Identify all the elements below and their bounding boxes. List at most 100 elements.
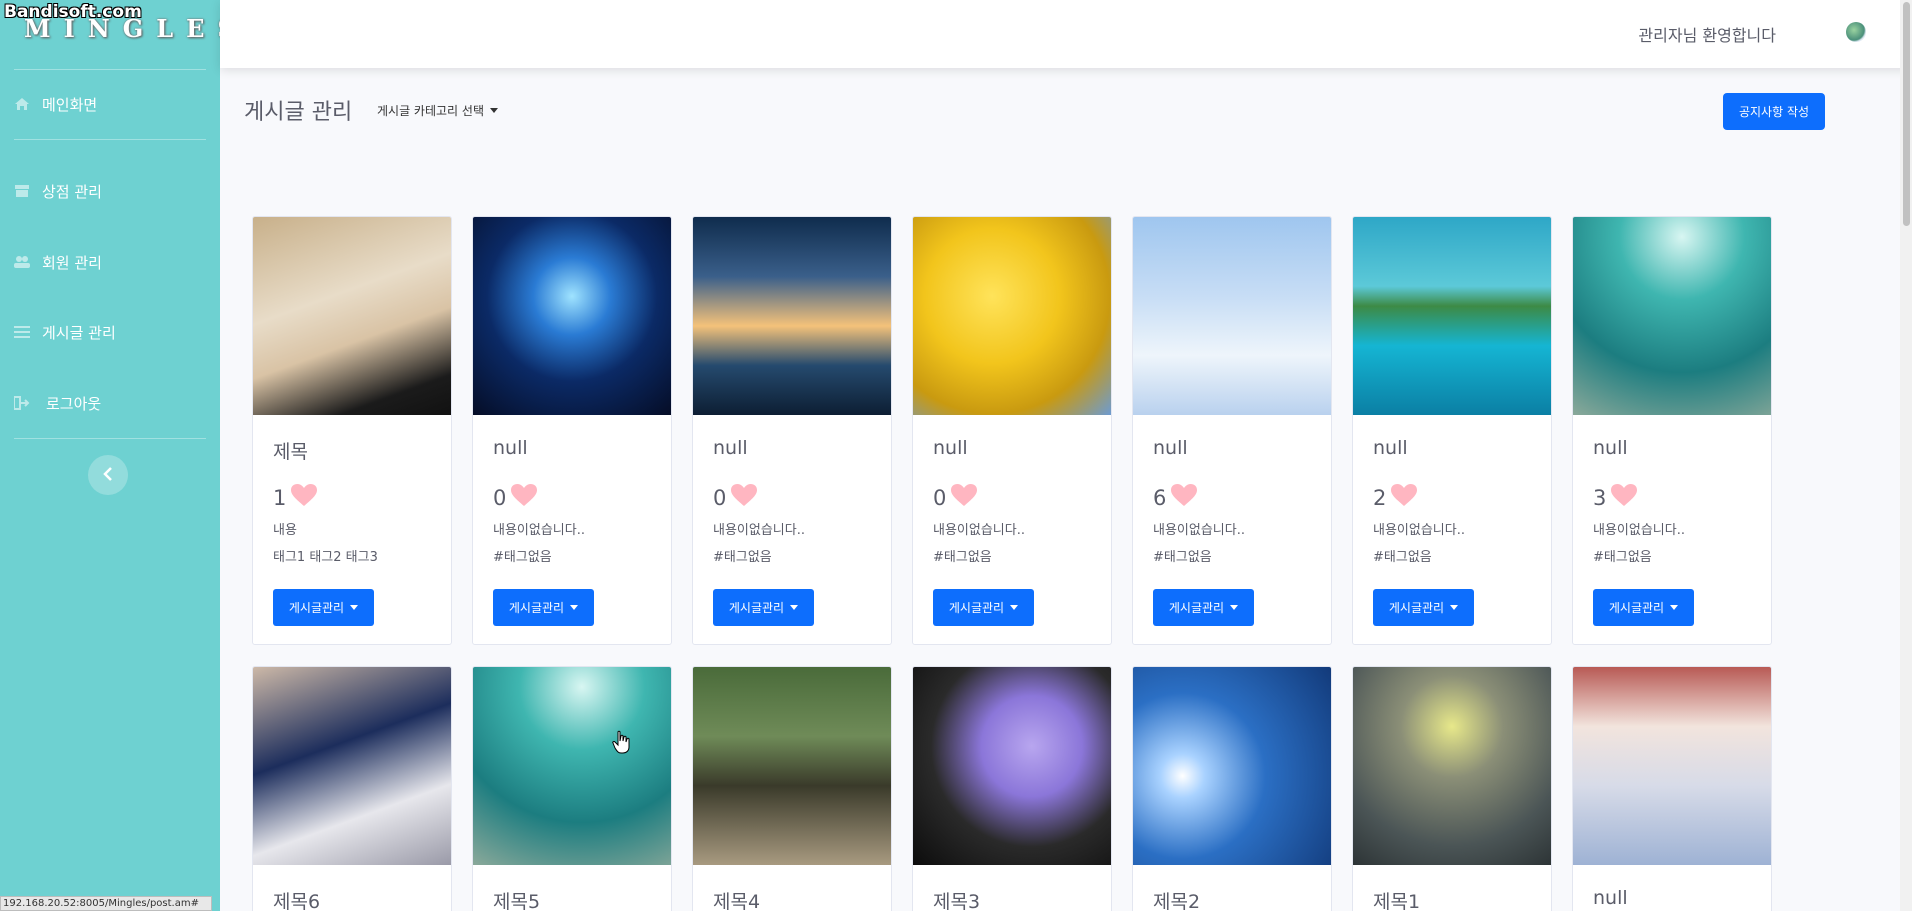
sidebar-item-label: 상점 관리 [42,182,102,201]
heart-icon[interactable] [950,483,978,512]
post-card[interactable]: null 0 내용이없습니다.. #태그없음 게시글관리 [912,216,1112,645]
sidebar-item-logout[interactable]: 로그아웃 [0,383,220,423]
post-image[interactable] [253,217,451,415]
post-image[interactable] [1353,217,1551,415]
post-content: 내용이없습니다.. [1593,523,1685,538]
post-card[interactable]: 제목3 [912,666,1112,911]
status-url: 192.168.20.52:8005/Mingles/post.am# [0,896,212,911]
post-tags: #태그없음 [1153,550,1212,565]
like-count: 2 [1373,485,1387,510]
sidebar-item-main[interactable]: 메인화면 [0,84,220,124]
post-tags: #태그없음 [1593,550,1652,565]
caret-down-icon [570,605,579,610]
post-title[interactable]: 제목6 [273,887,320,911]
post-content: 내용 [273,523,297,538]
post-manage-label: 게시글관리 [948,601,1005,615]
heart-icon[interactable] [1610,483,1638,512]
post-title[interactable]: null [933,437,968,459]
post-image[interactable] [1573,667,1771,865]
post-image[interactable] [913,217,1111,415]
sidebar-toggle-button[interactable] [88,455,128,495]
post-manage-button[interactable]: 게시글관리 [273,589,374,626]
like-count: 6 [1153,485,1167,510]
caret-down-icon [1670,605,1679,610]
post-title[interactable]: 제목 [273,437,308,464]
post-manage-button[interactable]: 게시글관리 [493,589,594,626]
post-title[interactable]: null [1373,437,1408,459]
heart-icon[interactable] [1390,483,1418,512]
post-manage-button[interactable]: 게시글관리 [713,589,814,626]
chevron-left-icon [102,466,114,485]
sidebar-item-label: 메인화면 [42,95,98,114]
post-likes: 0 [493,483,538,512]
post-manage-label: 게시글관리 [1608,601,1665,615]
list-icon [14,325,30,339]
post-title[interactable]: null [1593,437,1628,459]
post-tags: #태그없음 [713,550,772,565]
post-manage-label: 게시글관리 [1168,601,1225,615]
caret-down-icon [490,108,498,113]
avatar-icon[interactable] [1846,22,1866,42]
post-likes: 3 [1593,483,1638,512]
welcome-text[interactable]: 관리자님 환영합니다 [1638,22,1776,46]
post-card[interactable]: null 2 내용이없습니다.. #태그없음 게시글관리 [1352,216,1552,645]
sign-out-icon [14,396,30,410]
post-card[interactable]: 제목5 [472,666,672,911]
recorder-watermark: Bandisoft.com [4,2,142,22]
post-title[interactable]: 제목2 [1153,887,1200,911]
post-card[interactable]: 제목2 [1132,666,1332,911]
post-title[interactable]: 제목3 [933,887,980,911]
post-title[interactable]: 제목1 [1373,887,1420,911]
post-content: 내용이없습니다.. [1153,523,1245,538]
heart-icon[interactable] [1170,483,1198,512]
post-image[interactable] [913,667,1111,865]
sidebar-item-posts[interactable]: 게시글 관리 [0,312,220,352]
post-image[interactable] [693,667,891,865]
post-card[interactable]: null 3 내용이없습니다.. #태그없음게시글관리 [1572,216,1772,645]
scrollbar-thumb[interactable] [1903,2,1910,226]
post-card[interactable]: null 0 내용이없습니다.. #태그없음 게시글관리 [692,216,892,645]
mouse-pointer-icon [612,730,630,758]
post-image[interactable] [1353,667,1551,865]
post-image[interactable] [1133,217,1331,415]
post-card[interactable]: null 0 내용이없습니다.. #태그없음 게시글관리 [472,216,672,645]
post-title[interactable]: 제목5 [493,887,540,911]
post-image[interactable] [253,667,451,865]
post-manage-button[interactable]: 게시글관리 [1373,589,1474,626]
category-dropdown[interactable]: 게시글 카테고리 선택 [377,102,498,119]
sidebar-item-members[interactable]: 회원 관리 [0,242,220,282]
write-notice-button[interactable]: 공지사항 작성 [1723,93,1825,130]
post-image[interactable] [1133,667,1331,865]
like-count: 1 [273,485,287,510]
post-title[interactable]: 제목4 [713,887,760,911]
post-card[interactable]: 제목4 [692,666,892,911]
post-title[interactable]: null [1593,887,1628,909]
post-manage-button[interactable]: 게시글관리 [1153,589,1254,626]
heart-icon[interactable] [730,483,758,512]
post-manage-button[interactable]: 게시글관리 [1593,589,1694,626]
post-title[interactable]: null [1153,437,1188,459]
post-card[interactable]: 제목1 [1352,666,1552,911]
sidebar-divider [14,69,206,70]
post-title[interactable]: null [493,437,528,459]
caret-down-icon [1010,605,1019,610]
sidebar-item-store[interactable]: 상점 관리 [0,171,220,211]
post-image[interactable] [473,667,671,865]
post-image[interactable] [1573,217,1771,415]
post-card[interactable]: null 6 내용이없습니다.. #태그없음게시글관리 [1132,216,1332,645]
sidebar-item-label: 게시글 관리 [42,323,116,342]
post-image[interactable] [473,217,671,415]
post-card[interactable]: 제목 1 내용 태그1 태그2 태그3 게시글관리 [252,216,452,645]
post-manage-button[interactable]: 게시글관리 [933,589,1034,626]
home-icon [14,97,30,111]
post-card[interactable]: null [1572,666,1772,911]
post-content: 내용이없습니다.. [713,523,805,538]
post-manage-label: 게시글관리 [288,601,345,615]
post-card[interactable]: 제목6 [252,666,452,911]
heart-icon[interactable] [290,483,318,512]
post-image[interactable] [693,217,891,415]
heart-icon[interactable] [510,483,538,512]
like-count: 0 [493,485,507,510]
post-likes: 6 [1153,483,1198,512]
post-title[interactable]: null [713,437,748,459]
